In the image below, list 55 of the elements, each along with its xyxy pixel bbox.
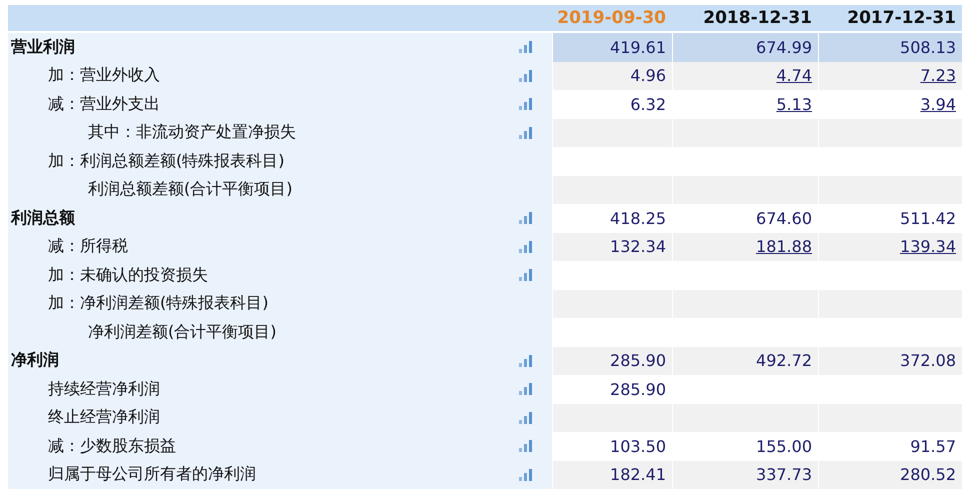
value-text: 6.32 xyxy=(630,94,666,114)
bar-chart-icon[interactable] xyxy=(519,354,532,367)
row-label: 减：营业外支出 xyxy=(48,94,160,115)
value-text: 492.72 xyxy=(756,351,812,370)
row-label: 利润总额 xyxy=(11,208,75,229)
row-label: 其中：非流动资产处置净损失 xyxy=(88,122,296,144)
value-text: 511.42 xyxy=(900,208,956,228)
value-text: 418.25 xyxy=(610,208,666,228)
value-text: 91.57 xyxy=(910,436,956,456)
value-link[interactable]: 139.34 xyxy=(900,237,956,256)
bar-chart-icon[interactable] xyxy=(519,98,532,110)
column-header[interactable]: 2018-12-31 xyxy=(672,5,818,31)
value-text: 419.61 xyxy=(610,38,666,57)
bar-chart-icon[interactable] xyxy=(519,440,532,452)
bar-chart-icon[interactable] xyxy=(519,468,532,481)
row-label: 加：利润总额差额(特殊报表科目) xyxy=(48,150,284,172)
value-link[interactable]: 181.88 xyxy=(756,237,812,256)
row-label: 利润总额差额(合计平衡项目) xyxy=(88,179,292,200)
value-link[interactable]: 3.94 xyxy=(920,94,956,114)
value-text: 285.90 xyxy=(610,380,666,399)
bar-chart-icon[interactable] xyxy=(519,70,532,82)
value-text: 285.90 xyxy=(610,351,666,370)
bar-chart-icon[interactable] xyxy=(519,41,532,54)
row-label: 终止经营净利润 xyxy=(48,407,160,428)
row-label: 营业利润 xyxy=(11,36,75,58)
value-text: 103.50 xyxy=(610,436,666,456)
value-text: 182.41 xyxy=(610,465,666,484)
bar-chart-icon[interactable] xyxy=(519,240,532,253)
column-header[interactable]: 2017-12-31 xyxy=(818,5,962,31)
row-label: 净利润 xyxy=(11,350,59,372)
value-text: 372.08 xyxy=(900,351,956,370)
row-label: 净利润差额(合计平衡项目) xyxy=(88,322,276,343)
value-text: 280.52 xyxy=(900,465,956,484)
value-text: 155.00 xyxy=(756,436,812,456)
bar-chart-icon[interactable] xyxy=(519,383,532,396)
value-text: 132.34 xyxy=(610,237,666,256)
row-label: 持续经营净利润 xyxy=(48,378,160,400)
row-label: 归属于母公司所有者的净利润 xyxy=(48,464,256,486)
value-link[interactable]: 5.13 xyxy=(776,94,812,114)
value-link[interactable]: 7.23 xyxy=(920,66,956,86)
bar-chart-icon[interactable] xyxy=(519,269,532,282)
bar-chart-icon[interactable] xyxy=(519,126,532,139)
value-text: 674.60 xyxy=(756,208,812,228)
value-text: 508.13 xyxy=(900,38,956,57)
bar-chart-icon[interactable] xyxy=(519,212,532,224)
value-text: 4.96 xyxy=(630,66,666,86)
value-text: 674.99 xyxy=(756,38,812,57)
row-label: 加：净利润差额(特殊报表科目) xyxy=(48,293,268,314)
row-label: 加：营业外收入 xyxy=(48,65,160,86)
value-link[interactable]: 4.74 xyxy=(776,66,812,86)
row-label: 加：未确认的投资损失 xyxy=(48,264,208,286)
value-text: 337.73 xyxy=(756,465,812,484)
row-label: 减：所得税 xyxy=(48,236,128,258)
row-label: 减：少数股东损益 xyxy=(48,436,176,457)
bar-chart-icon[interactable] xyxy=(519,412,532,424)
